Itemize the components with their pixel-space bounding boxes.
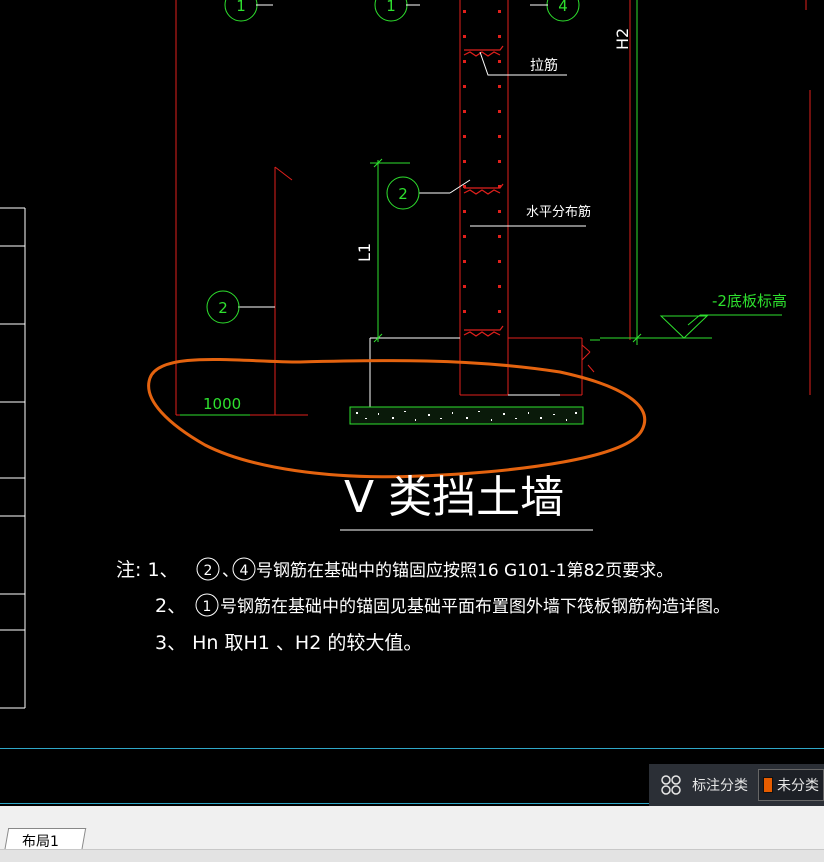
status-strip — [0, 849, 824, 862]
note1-text: 号钢筋在基础中的锚固应按照16 G101-1第82页要求。 — [256, 561, 673, 581]
drawing-canvas[interactable]: 1 1 4 2 2 拉筋 水平分布筋 -2底板标高 H2 L1 1000 V 类… — [0, 0, 824, 748]
drawing-title: V 类挡土墙 — [344, 472, 564, 523]
notes-block: 注: 1、 2 、 4 号钢筋在基础中的锚固应按照16 G101-1第82页要求… — [116, 557, 730, 654]
svg-text:1: 1 — [236, 0, 246, 15]
note1-circle-a: 2 — [204, 563, 213, 579]
callout-circle-2b: 2 — [206, 290, 240, 324]
elevation-marker — [655, 315, 712, 339]
cad-drawing: 1 1 4 2 2 拉筋 水平分布筋 -2底板标高 H2 L1 1000 V 类… — [0, 0, 811, 709]
wall-outline — [175, 0, 811, 416]
bottom-slab-elevation-label: -2底板标高 — [712, 292, 787, 310]
note3-text: 3、 Hn 取H1 、H2 的较大值。 — [155, 632, 422, 654]
dim-1000-label: 1000 — [203, 395, 241, 413]
note1-separator: 、 — [222, 561, 239, 581]
tie-bar-label: 拉筋 — [530, 57, 558, 74]
callout-circle-4: 4 — [546, 0, 580, 22]
callout-circle-1b: 1 — [374, 0, 408, 22]
h2-label: H2 — [613, 28, 632, 50]
svg-text:4: 4 — [558, 0, 568, 15]
svg-text:2: 2 — [218, 299, 228, 317]
annotation-category-label: 标注分类 — [692, 778, 749, 794]
foundation-slab — [349, 406, 584, 425]
tie-bars — [463, 45, 504, 337]
svg-text:2: 2 — [398, 185, 408, 203]
category-color-swatch — [763, 777, 773, 793]
note1-prefix: 注: 1、 — [116, 559, 179, 581]
unclassified-label: 未分类 — [777, 778, 819, 794]
callout-circle-1a: 1 — [224, 0, 258, 22]
note2-text: 号钢筋在基础中的锚固见基础平面布置图外墙下筏板钢筋构造详图。 — [220, 597, 730, 617]
dimension-lines — [180, 0, 782, 416]
note2-prefix: 2、 — [155, 595, 186, 617]
tab-layout1-label[interactable]: 布局1 — [22, 831, 59, 851]
svg-text:1: 1 — [386, 0, 396, 15]
unclassified-dropdown[interactable]: 未分类 — [758, 769, 824, 801]
callout-circle-2a: 2 — [386, 176, 420, 210]
note2-circle: 1 — [203, 599, 212, 615]
note1-circle-b: 4 — [240, 563, 249, 579]
horizontal-bar-label: 水平分布筋 — [526, 204, 591, 220]
grid-icon[interactable] — [657, 770, 684, 800]
left-table-fragment — [0, 207, 26, 709]
rebar-dots — [463, 10, 501, 313]
callout-leaders — [238, 51, 593, 531]
l1-label: L1 — [355, 243, 374, 262]
annotation-category-panel[interactable]: 标注分类 未分类 — [649, 764, 824, 806]
